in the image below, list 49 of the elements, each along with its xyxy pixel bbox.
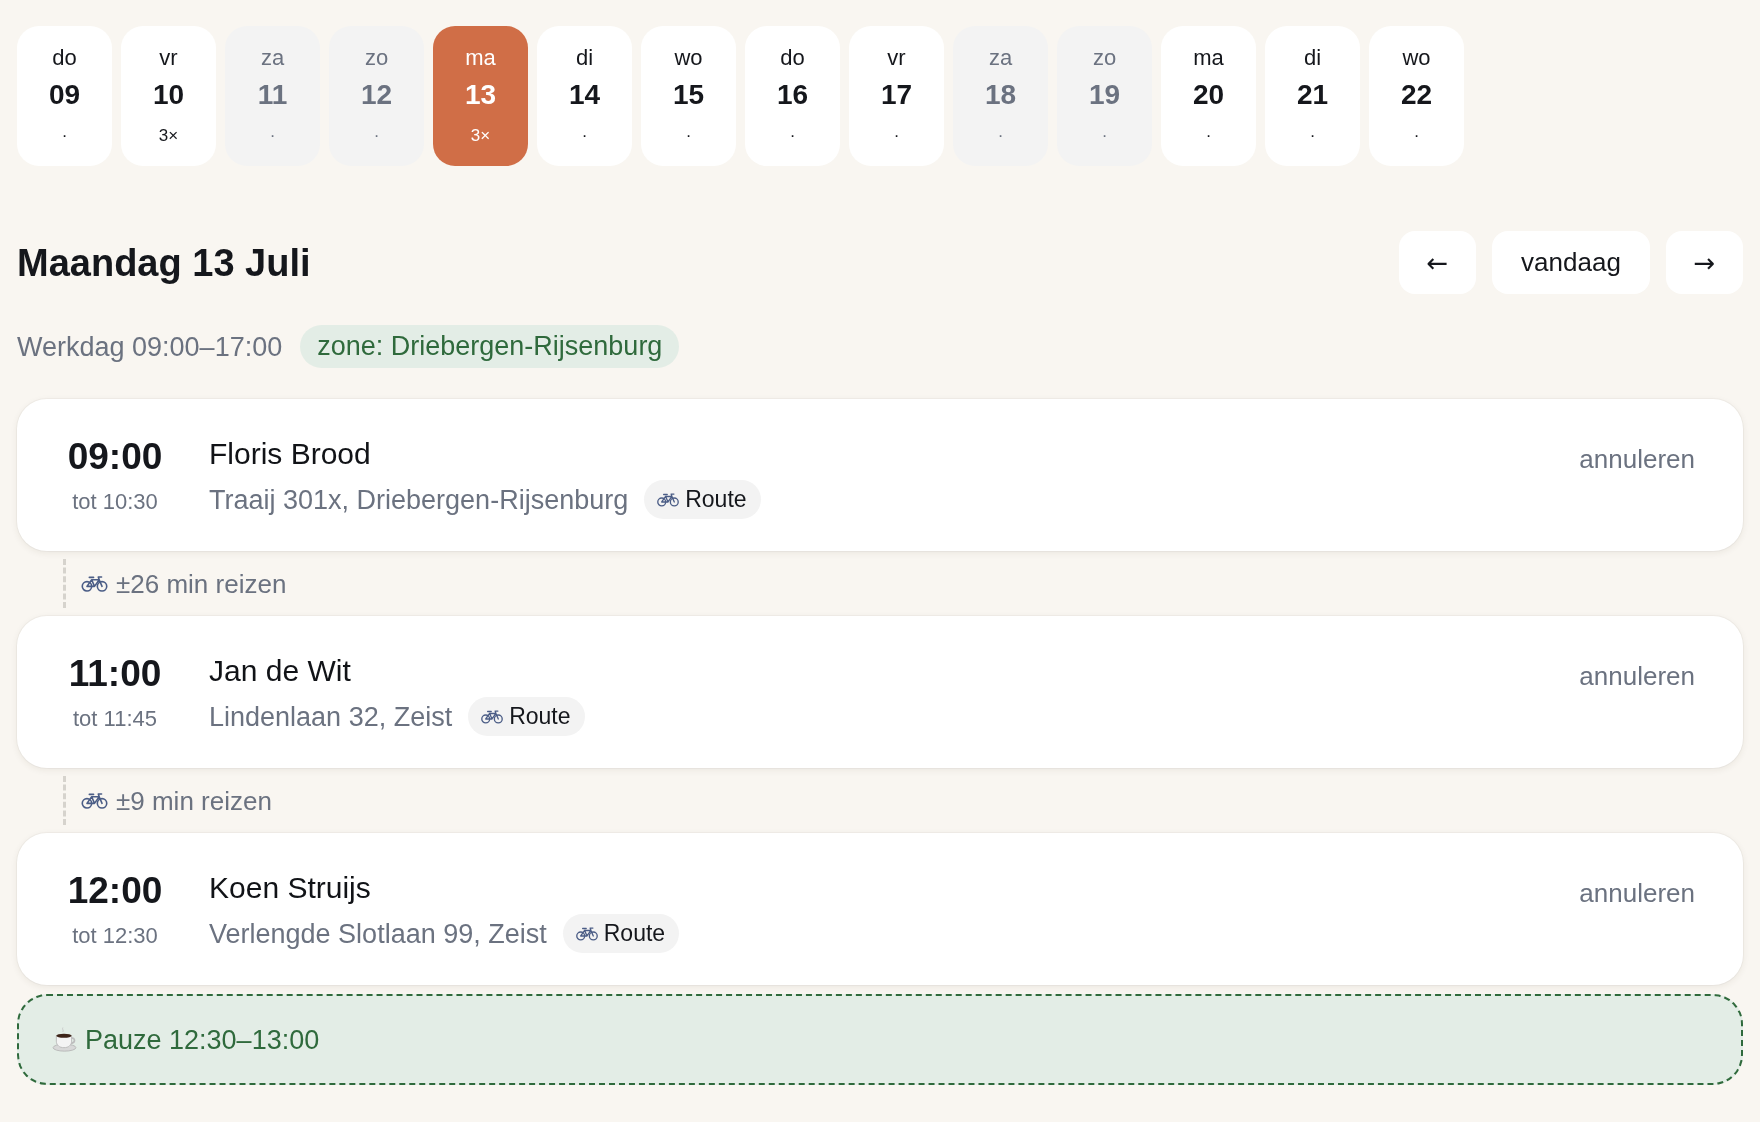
day-card[interactable]: zo 19 · — [1057, 26, 1152, 166]
day-card[interactable]: za 18 · — [953, 26, 1048, 166]
cancel-link[interactable]: annuleren — [1579, 443, 1695, 475]
previous-day-button[interactable]: ← — [1399, 231, 1476, 294]
day-title: Maandag 13 Juli — [17, 240, 311, 286]
day-card[interactable]: do 16 · — [745, 26, 840, 166]
travel-time-text: ±9 min reizen — [116, 784, 272, 818]
client-name: Koen Struijs — [209, 870, 371, 906]
working-hours-text: Werkdag 09:00–17:00 — [17, 330, 283, 364]
cancel-link[interactable]: annuleren — [1579, 660, 1695, 692]
bicycle-icon — [481, 709, 504, 724]
cancel-link[interactable]: annuleren — [1579, 877, 1695, 909]
day-card[interactable]: vr 17 · — [849, 26, 944, 166]
zone-tag: zone: Driebergen-Rijsenburg — [300, 325, 680, 368]
next-day-button[interactable]: → — [1666, 231, 1743, 294]
day-card[interactable]: za 11 · — [225, 26, 320, 166]
day-card[interactable]: wo 22 · — [1369, 26, 1464, 166]
day-card[interactable]: wo 15 · — [641, 26, 736, 166]
start-time: 12:00 — [67, 870, 163, 912]
bicycle-icon — [81, 792, 108, 809]
start-time: 09:00 — [67, 436, 163, 478]
route-button[interactable]: Route — [562, 914, 680, 953]
day-card[interactable]: do 09 · — [17, 26, 112, 166]
address-text: Traaij 301x, Driebergen-Rijsenburg — [209, 483, 629, 517]
end-time: tot 12:30 — [72, 922, 158, 950]
start-time: 11:00 — [68, 653, 162, 695]
route-button[interactable]: Route — [468, 697, 585, 736]
travel-time-text: ±26 min reizen — [116, 567, 287, 601]
day-card[interactable]: di 14 · — [537, 26, 632, 166]
bicycle-icon — [575, 926, 598, 941]
end-time: tot 10:30 — [72, 488, 158, 516]
end-time: tot 11:45 — [73, 705, 157, 733]
bicycle-icon — [81, 575, 108, 592]
travel-connector — [63, 559, 66, 608]
bicycle-icon — [657, 492, 680, 507]
today-button[interactable]: vandaag — [1492, 231, 1650, 294]
travel-connector — [63, 776, 66, 825]
client-name: Jan de Wit — [209, 653, 351, 689]
address-text: Verlengde Slotlaan 99, Zeist — [209, 917, 547, 951]
day-card[interactable]: ma 20 · — [1161, 26, 1256, 166]
day-card[interactable]: di 21 · — [1265, 26, 1360, 166]
day-card[interactable]: vr 10 3× — [121, 26, 216, 166]
coffee-cup-icon — [52, 1027, 77, 1052]
day-card[interactable]: ma 13 3× — [433, 26, 528, 166]
address-text: Lindenlaan 32, Zeist — [209, 700, 453, 734]
route-button[interactable]: Route — [644, 480, 761, 519]
client-name: Floris Brood — [209, 436, 371, 472]
break-text: Pauze 12:30–13:00 — [85, 1023, 320, 1057]
day-card[interactable]: zo 12 · — [329, 26, 424, 166]
